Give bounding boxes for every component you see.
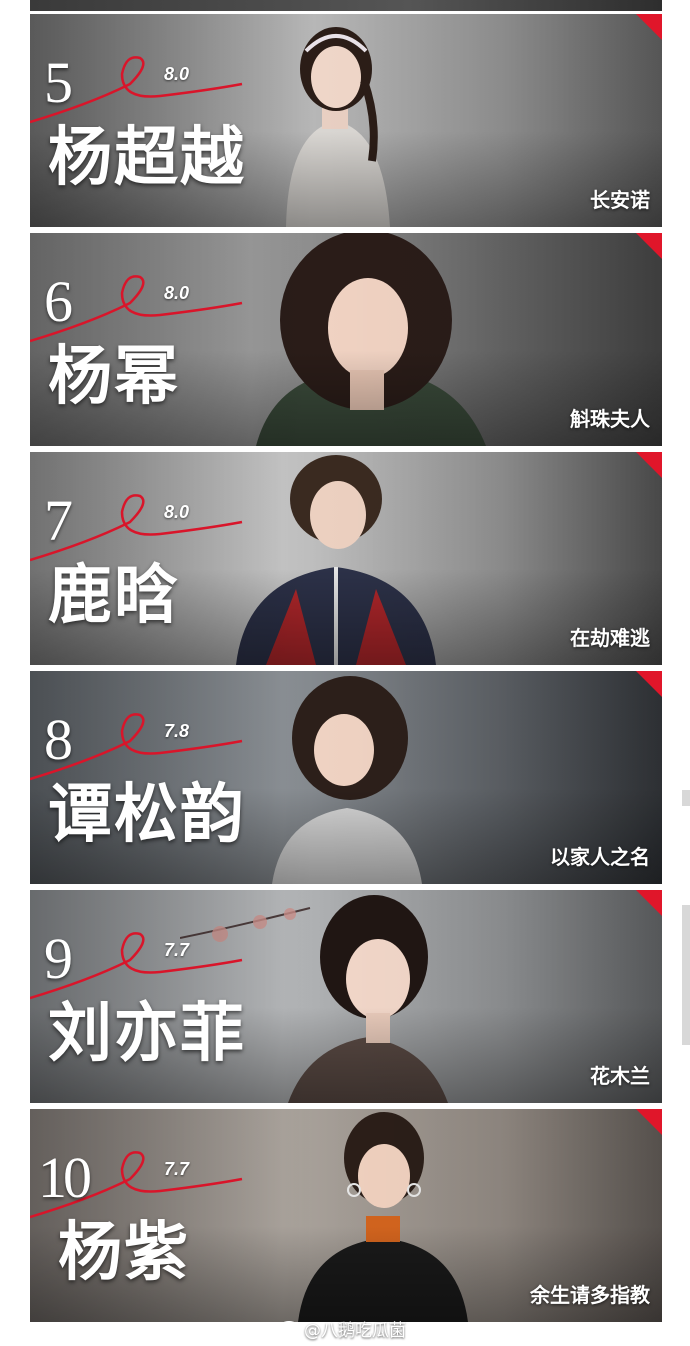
rank-number: 5 — [44, 50, 73, 115]
ranking-card-cropped — [30, 0, 662, 14]
rank-number: 8 — [44, 707, 73, 772]
score-label: 7.7 — [164, 940, 190, 960]
rank-number: 10 — [38, 1145, 92, 1210]
celebrity-name: 杨幂 — [48, 340, 180, 414]
corner-ribbon-icon — [636, 1109, 662, 1135]
ranking-card: 10 7.7 杨紫 余生请多指教 — [30, 1109, 662, 1325]
rank-number: 6 — [44, 269, 73, 334]
drama-title: 斛珠夫人 — [570, 407, 650, 431]
celebrity-name: 杨超越 — [48, 121, 246, 195]
corner-ribbon-icon — [636, 233, 662, 259]
celebrity-name: 鹿晗 — [48, 559, 180, 633]
ranking-card: 9 7.7 刘亦菲 花木兰 — [30, 890, 662, 1106]
corner-ribbon-icon — [636, 890, 662, 916]
rank-number: 9 — [44, 926, 73, 991]
corner-ribbon-icon — [636, 452, 662, 478]
drama-title: 余生请多指教 — [530, 1283, 650, 1307]
scroll-indicator — [682, 790, 690, 806]
watermark: @八鹅吃瓜菌 — [278, 1316, 406, 1341]
score-label: 8.0 — [164, 502, 190, 522]
ranking-card: 8 7.8 谭松韵 以家人之名 — [30, 671, 662, 887]
rank-number: 7 — [44, 488, 73, 553]
drama-title: 长安诺 — [590, 188, 650, 212]
score-label: 8.0 — [164, 283, 190, 303]
corner-ribbon-icon — [636, 14, 662, 40]
drama-title: 花木兰 — [590, 1064, 650, 1088]
ranking-card: 5 8.0 杨超越 长安诺 — [30, 14, 662, 230]
score-label: 8.0 — [164, 64, 190, 84]
celebrity-name: 刘亦菲 — [48, 997, 246, 1071]
celebrity-name: 谭松韵 — [48, 778, 246, 852]
watermark-text: @八鹅吃瓜菌 — [304, 1321, 406, 1341]
ranking-card: 7 8.0 鹿晗 在劫难逃 — [30, 452, 662, 668]
corner-ribbon-icon — [636, 671, 662, 697]
celebrity-name: 杨紫 — [58, 1216, 190, 1290]
score-label: 7.7 — [164, 1159, 190, 1179]
weibo-icon — [278, 1320, 300, 1337]
scroll-indicator — [682, 905, 690, 1045]
drama-title: 以家人之名 — [550, 845, 650, 869]
drama-title: 在劫难逃 — [570, 626, 650, 650]
ranking-card: 6 8.0 杨幂 斛珠夫人 — [30, 233, 662, 449]
score-label: 7.8 — [164, 721, 190, 741]
